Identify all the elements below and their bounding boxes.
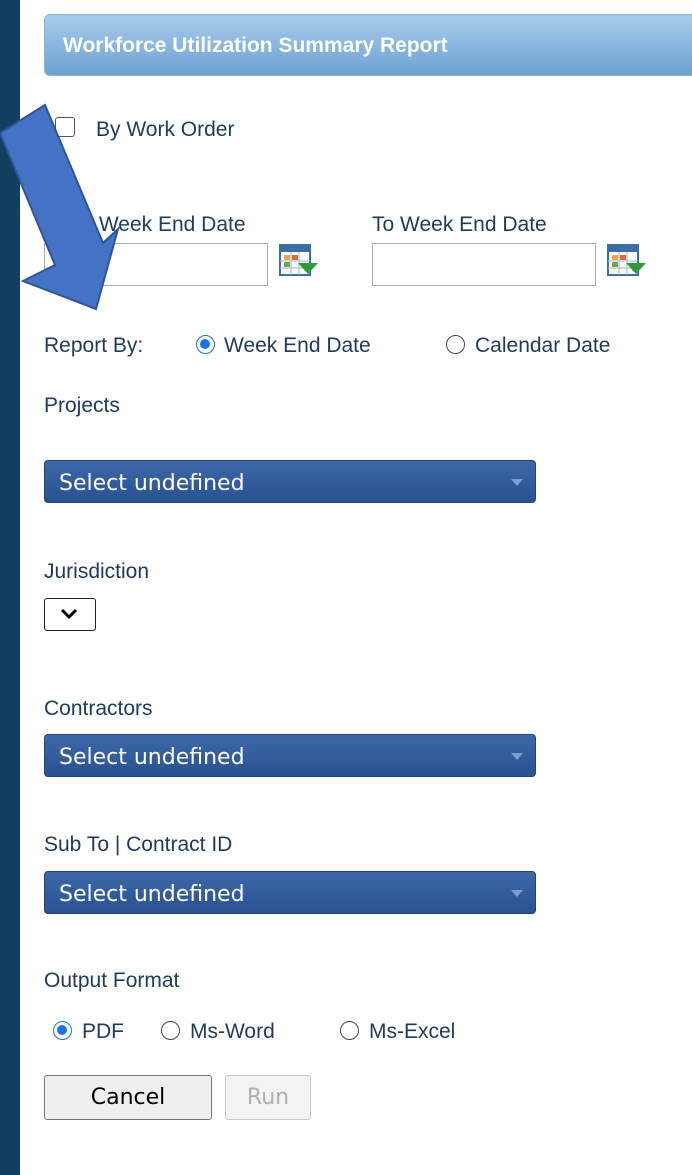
report-header: Workforce Utilization Summary Report — [44, 14, 692, 76]
output-format-option-label: Ms-Excel — [369, 1020, 456, 1043]
contractors-select[interactable]: Select undefined — [44, 734, 536, 777]
sub-to-label: Sub To | Contract ID — [44, 833, 233, 856]
output-format-excel-radio[interactable] — [340, 1021, 359, 1040]
chevron-down-icon — [60, 608, 78, 620]
jurisdiction-select[interactable] — [44, 598, 96, 631]
contractors-label: Contractors — [44, 697, 153, 720]
to-week-end-date-input[interactable] — [372, 243, 596, 286]
jurisdiction-label: Jurisdiction — [44, 560, 150, 583]
report-by-calendar-date-radio[interactable] — [446, 335, 465, 354]
contractors-select-value: Select undefined — [59, 745, 245, 770]
report-by-option-label: Calendar Date — [475, 334, 611, 357]
projects-select[interactable]: Select undefined — [44, 460, 536, 503]
sub-to-select-value: Select undefined — [59, 882, 245, 907]
run-button[interactable]: Run — [225, 1075, 311, 1120]
arrow-down-right-icon — [0, 103, 120, 311]
projects-select-value: Select undefined — [59, 471, 245, 496]
to-week-end-date-label: To Week End Date — [372, 213, 547, 236]
cancel-button[interactable]: Cancel — [44, 1075, 212, 1120]
report-by-label: Report By: — [44, 334, 144, 357]
output-format-word-radio[interactable] — [161, 1021, 180, 1040]
report-by-week-end-date-radio[interactable] — [196, 335, 215, 354]
chevron-down-icon — [511, 479, 523, 486]
chevron-down-icon — [511, 753, 523, 760]
calendar-icon[interactable] — [278, 241, 318, 281]
page-title: Workforce Utilization Summary Report — [63, 34, 448, 57]
report-by-option-label: Week End Date — [224, 334, 371, 357]
chevron-down-icon — [511, 890, 523, 897]
calendar-icon[interactable] — [606, 241, 646, 281]
output-format-option-label: Ms-Word — [190, 1020, 275, 1043]
output-format-option-label: PDF — [82, 1020, 124, 1043]
output-format-pdf-radio[interactable] — [53, 1021, 72, 1040]
projects-label: Projects — [44, 394, 120, 417]
sub-to-select[interactable]: Select undefined — [44, 871, 536, 914]
output-format-label: Output Format — [44, 969, 180, 992]
